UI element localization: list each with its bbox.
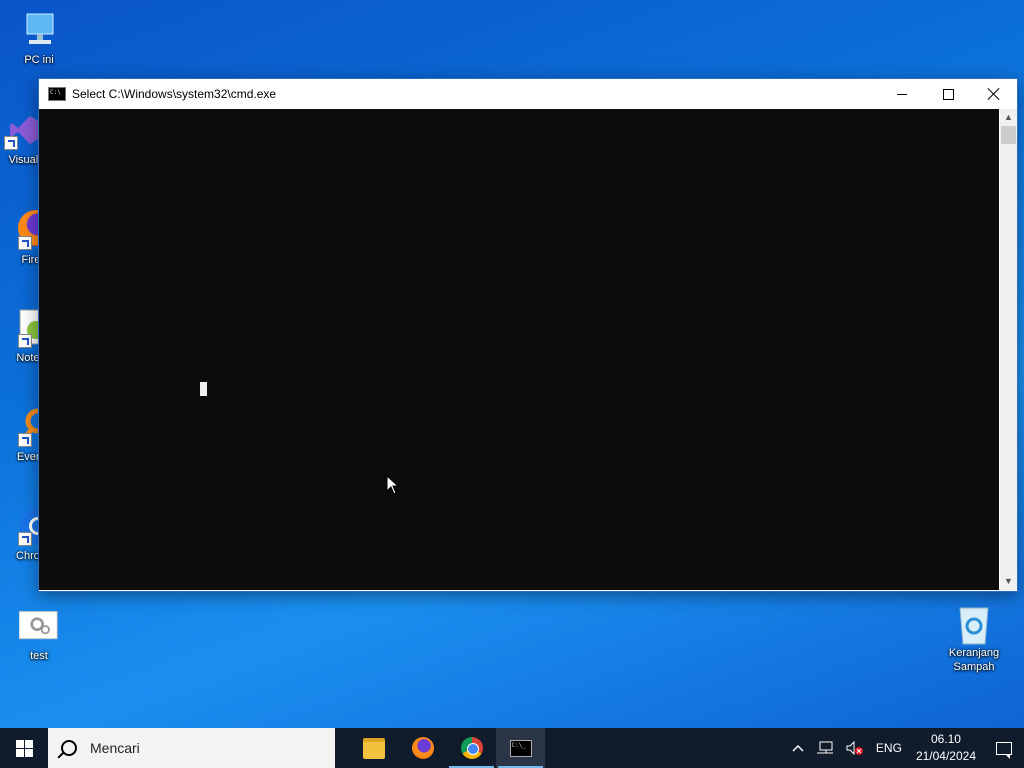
cmd-app-icon <box>48 87 66 101</box>
clock-time: 06.10 <box>930 732 961 746</box>
taskbar-search-box[interactable]: Mencari <box>48 728 335 768</box>
clock-date: 21/04/2024 <box>915 749 976 763</box>
system-tray: ENG 06.10 21/04/2024 <box>786 728 1024 768</box>
taskbar-file-explorer[interactable] <box>349 728 398 768</box>
action-center-button[interactable] <box>984 728 1024 768</box>
start-button[interactable] <box>0 728 48 768</box>
taskbar-firefox[interactable] <box>398 728 447 768</box>
desktop-icon-label: Keranjang Sampah <box>948 647 1000 673</box>
taskbar-chrome[interactable] <box>447 728 496 768</box>
input-language-button[interactable]: ENG <box>870 728 908 768</box>
mouse-pointer-icon <box>386 475 400 495</box>
desktop-icon-label: PC ini <box>24 54 54 66</box>
computer-icon <box>19 10 59 50</box>
text-cursor <box>200 382 207 396</box>
window-title: Select C:\Windows\system32\cmd.exe <box>72 87 277 101</box>
console-area[interactable] <box>39 109 999 590</box>
desktop-icon-test[interactable]: test <box>1 606 77 663</box>
desktop-icon-label: test <box>30 650 48 662</box>
taskbar-clock[interactable]: 06.10 21/04/2024 <box>908 731 984 765</box>
close-button[interactable] <box>971 79 1017 109</box>
vertical-scrollbar[interactable]: ▲ ▼ <box>1000 109 1017 590</box>
scroll-up-arrow-icon[interactable]: ▲ <box>1000 109 1017 126</box>
show-hidden-icons-button[interactable] <box>786 728 810 768</box>
chrome-icon <box>460 737 483 759</box>
window-titlebar[interactable]: Select C:\Windows\system32\cmd.exe <box>39 79 1017 109</box>
shortcut-arrow-icon <box>18 532 32 546</box>
chevron-up-icon <box>792 744 804 752</box>
search-icon <box>61 740 77 756</box>
settings-file-icon <box>18 606 59 646</box>
cmd-icon <box>509 739 532 757</box>
minimize-button[interactable] <box>879 79 925 109</box>
maximize-button[interactable] <box>925 79 971 109</box>
close-icon <box>988 88 1000 100</box>
taskbar-command-prompt[interactable] <box>496 728 545 768</box>
volume-muted-icon <box>846 741 863 755</box>
search-placeholder: Mencari <box>90 740 140 756</box>
notification-icon <box>996 741 1012 759</box>
shortcut-arrow-icon <box>18 236 32 250</box>
desktop-icon-recycle-bin[interactable]: Keranjang Sampah <box>936 602 1012 674</box>
folder-icon <box>362 737 385 759</box>
network-icon <box>816 741 833 754</box>
firefox-icon <box>411 737 434 759</box>
maximize-icon <box>942 88 954 100</box>
minimize-icon <box>897 93 907 95</box>
shortcut-arrow-icon <box>4 136 18 150</box>
volume-button[interactable] <box>840 728 870 768</box>
recycle-bin-icon <box>954 602 994 645</box>
network-button[interactable] <box>810 728 840 768</box>
scroll-thumb[interactable] <box>1001 126 1016 144</box>
shortcut-arrow-icon <box>18 334 32 348</box>
windows-logo-icon <box>15 739 33 757</box>
shortcut-arrow-icon <box>18 433 32 447</box>
taskbar: Mencari ENG 06.10 21/04/2024 <box>0 728 1024 768</box>
cmd-window[interactable]: Select C:\Windows\system32\cmd.exe ▲ ▼ <box>38 78 1018 592</box>
scroll-down-arrow-icon[interactable]: ▼ <box>1000 573 1017 590</box>
desktop-icon-this-pc[interactable]: PC ini <box>1 10 77 67</box>
